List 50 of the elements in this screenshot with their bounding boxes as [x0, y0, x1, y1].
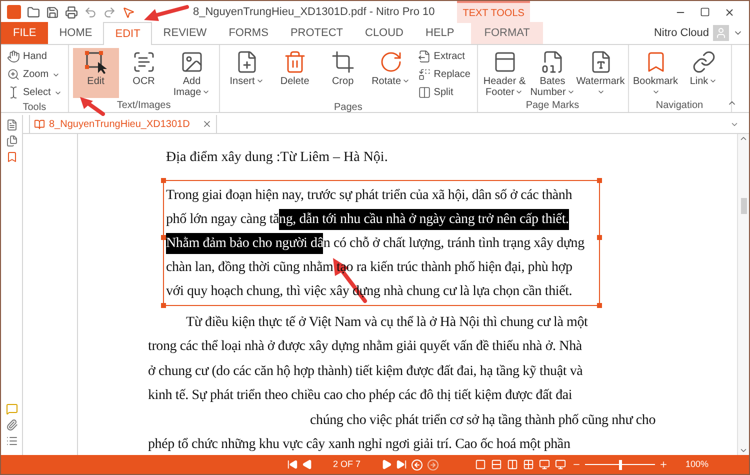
ribbon-group-label: Tools [22, 101, 46, 115]
paragraph-text: Trong giai đoạn hiện nay, trước sự phát triển của xã hội, dân số ở các thành [166, 186, 572, 204]
zoom-reading: 100% [686, 458, 709, 471]
paragraph-text: Từ điều kiện thực tế ở Việt Nam và cụ thể là ở Hà Nội thì chung cư là một [186, 314, 588, 332]
paragraph-text: ở chung cư (do các căn hộ hợp thành) tiết kiệm được đất đai, hạ tầng kỹ thuật và [148, 362, 583, 381]
paragraph-text: n có chỗ ở chất lượng, tránh tình trạng xây dựng [323, 234, 584, 252]
paragraph-text: kinh tế. Sự phát triển theo chiều cao cho phép các đô thị tiết kiệm được đất đai [148, 387, 572, 406]
menu-tab[interactable]: FORMAT [471, 22, 543, 44]
paragraph-text: phố lớn ngay càng tă [166, 210, 280, 228]
menu-tab[interactable]: EDIT [103, 22, 152, 45]
menu-tab[interactable]: FILE [1, 22, 48, 44]
menu-tab[interactable]: FORMS [218, 22, 280, 44]
ribbon-button[interactable]: Bates Number [530, 48, 576, 98]
window-title: 8_NguyenTrungHieu_XD1301D.pdf - Nitro Pro 10 [193, 4, 435, 20]
menu-tab[interactable]: HELP [414, 22, 466, 44]
ribbon-small-button[interactable]: Select [5, 85, 64, 100]
page-indicator[interactable]: 2 OF 7 [333, 458, 361, 472]
selected-text: Nhằm đảm bảo cho người dâ [166, 232, 324, 254]
ribbon-button[interactable]: Watermark [578, 48, 624, 98]
context-tab-title: TEXT TOOLS [456, 1, 530, 23]
menu-tab[interactable]: HOME [48, 22, 104, 44]
menu-tab[interactable]: REVIEW [152, 22, 218, 44]
ribbon-button[interactable]: Bookmark [632, 48, 678, 98]
menu-tab[interactable]: PROTECT [279, 22, 354, 44]
ribbon-small-button[interactable]: Replace [416, 67, 472, 82]
paragraph-text: trong các thể loại nhà ở được xây dựng nhằm giải quyết vấn đề thiếu nhà ở. Nhà [148, 338, 582, 356]
ribbon-button[interactable]: Header & Footer [482, 48, 528, 98]
paragraph-text: phép tổ chức những khu vực cây xanh nghỉ ngơi giải trí. Cao ốc hoá một phần [148, 436, 570, 454]
ribbon-small-button[interactable]: Extract [416, 49, 472, 64]
document-tab[interactable]: 8_NguyenTrungHieu_XD1301D [29, 114, 217, 134]
ribbon-small-button[interactable]: Zoom [5, 67, 64, 82]
ribbon-group-label: Text/Images [116, 99, 171, 113]
selected-text: ng, dẫn tới nhu cầu nhà ở ngày càng trở nên cấp thiết. [279, 208, 569, 230]
ribbon-button[interactable]: Link [680, 48, 726, 98]
ribbon-small-button[interactable]: Hand [5, 49, 64, 64]
ribbon-button[interactable]: OCR [120, 48, 167, 98]
menu-tab[interactable]: CLOUD [354, 22, 415, 44]
ribbon-small-button[interactable]: Split [416, 85, 472, 100]
document-heading: Địa điểm xây dung :Từ Liêm – Hà Nội. [166, 149, 388, 167]
ribbon-button[interactable]: Crop [320, 48, 366, 100]
ribbon-button[interactable]: Rotate [368, 48, 414, 100]
ribbon-group-label: Pages [334, 101, 362, 115]
paragraph-text: chúng cho việc phát triển cơ sở hạ tầng thành phố cũng như cho [310, 412, 656, 430]
ribbon-button[interactable]: Edit [72, 48, 119, 98]
account-name[interactable]: Nitro Cloud [654, 24, 709, 42]
ribbon-group-label: Navigation [656, 99, 704, 113]
ribbon-button[interactable]: Add Image [168, 48, 215, 98]
ribbon-button[interactable]: Delete [272, 48, 318, 100]
ribbon-group-label: Page Marks [526, 99, 580, 113]
ribbon-button[interactable]: Insert [224, 48, 270, 100]
